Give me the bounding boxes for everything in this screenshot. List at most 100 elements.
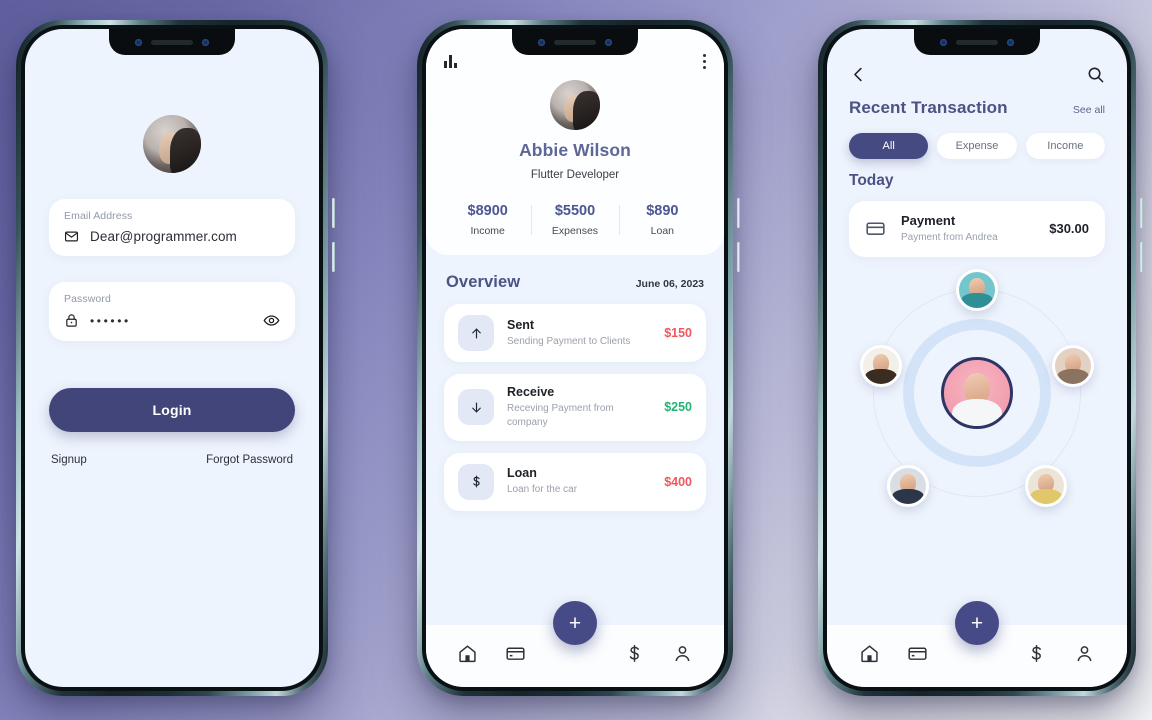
tab-all[interactable]: All — [849, 133, 929, 159]
camera-icon — [605, 38, 612, 46]
back-chevron-icon[interactable] — [849, 65, 868, 84]
phone-notch — [512, 29, 638, 55]
phone-notch — [914, 29, 1040, 55]
search-icon[interactable] — [1086, 65, 1105, 84]
bar-chart-icon[interactable] — [444, 54, 457, 68]
list-item[interactable]: Loan Loan for the car $400 — [444, 452, 706, 511]
transaction-text: Payment Payment from Andrea — [901, 213, 1034, 245]
transaction-amount: $250 — [664, 400, 692, 415]
email-label: Email Address — [64, 210, 133, 222]
tab-expense[interactable]: Expense — [937, 133, 1017, 159]
login-button[interactable]: Login — [49, 388, 295, 432]
camera-icon — [1007, 38, 1014, 46]
nav-profile-icon[interactable] — [1074, 643, 1095, 664]
transaction-subtitle: Loan for the car — [507, 484, 578, 496]
transaction-amount: $150 — [664, 326, 692, 340]
more-vertical-icon[interactable] — [703, 53, 706, 69]
phone-bezel: Abbie Wilson Flutter Developer $8900 Inc… — [422, 25, 728, 691]
credit-card-icon — [865, 218, 886, 239]
nav-card-icon[interactable] — [505, 643, 526, 664]
profile-role: Flutter Developer — [530, 169, 620, 181]
phone-dashboard: Abbie Wilson Flutter Developer $8900 Inc… — [417, 20, 740, 696]
camera-icon — [135, 38, 142, 46]
password-field[interactable]: Password •••••• — [49, 282, 295, 341]
volume-up-button[interactable] — [332, 198, 335, 228]
avatar — [550, 80, 600, 130]
profile-card: Abbie Wilson Flutter Developer $8900 Inc… — [426, 29, 724, 255]
list-item[interactable]: Payment Payment from Andrea $30.00 — [849, 201, 1105, 257]
nav-profile-icon[interactable] — [672, 643, 693, 664]
password-label: Password — [64, 293, 111, 305]
camera-icon — [538, 38, 545, 46]
nav-home-icon[interactable] — [859, 643, 880, 664]
section-label: Today — [849, 172, 894, 189]
tab-income[interactable]: Income — [1025, 133, 1105, 159]
contact-avatar-3[interactable] — [1052, 344, 1094, 387]
arrow-up-icon — [458, 315, 494, 351]
speaker-grille — [151, 39, 193, 45]
transaction-subtitle: Payment from Andrea — [901, 232, 998, 243]
stat-amount: $5500 — [554, 203, 596, 219]
page-title: Recent Transaction — [849, 98, 1008, 117]
nav-dollar-icon[interactable] — [624, 643, 645, 664]
volume-down-button[interactable] — [737, 242, 740, 272]
eye-icon[interactable] — [263, 312, 280, 329]
stat-label: Income — [470, 225, 505, 237]
login-body: Email Address Dear@programmer.com Passwo… — [25, 29, 319, 687]
nav-dollar-icon[interactable] — [1026, 643, 1047, 664]
mockup-stage: Email Address Dear@programmer.com Passwo… — [0, 0, 1152, 720]
envelope-icon — [64, 229, 79, 244]
avatar — [143, 115, 201, 173]
transaction-title: Loan — [507, 466, 537, 481]
contact-avatar-4[interactable] — [887, 464, 929, 507]
transaction-amount: $400 — [664, 474, 692, 489]
transaction-amount: $30.00 — [1049, 221, 1089, 237]
contact-avatar-5[interactable] — [1025, 464, 1067, 507]
login-links: Signup Forgot Password — [49, 454, 295, 466]
recent-transaction-screen: Recent Transaction See all All Expense I… — [827, 29, 1127, 687]
volume-up-button[interactable] — [1140, 198, 1143, 228]
arrow-down-icon — [458, 389, 494, 426]
transaction-text: Sent Sending Payment to Clients — [507, 318, 651, 349]
transaction-list: Sent Sending Payment to Clients $150 Rec… — [426, 292, 724, 511]
phone-notch — [109, 29, 235, 55]
dashboard-screen: Abbie Wilson Flutter Developer $8900 Inc… — [426, 29, 724, 687]
volume-down-button[interactable] — [1140, 242, 1143, 272]
stats-row: $8900 Income $5500 Expenses $890 Loan — [444, 203, 706, 237]
add-button[interactable]: + — [553, 601, 597, 645]
stat-amount: $8900 — [467, 203, 508, 219]
forgot-password-link[interactable]: Forgot Password — [206, 454, 293, 466]
transaction-subtitle: Sending Payment to Clients — [507, 335, 631, 347]
camera-icon — [202, 38, 209, 46]
stat-label: Loan — [650, 225, 674, 237]
camera-icon — [940, 38, 947, 46]
phone-transactions: Recent Transaction See all All Expense I… — [818, 20, 1143, 696]
volume-up-button[interactable] — [737, 198, 740, 228]
volume-down-button[interactable] — [332, 242, 335, 272]
stat-amount: $890 — [646, 203, 679, 219]
contact-avatar-2[interactable] — [860, 344, 902, 387]
signup-link[interactable]: Signup — [51, 454, 87, 466]
center-contact-avatar[interactable] — [941, 356, 1013, 429]
add-button[interactable]: + — [955, 601, 999, 645]
phone-bezel: Email Address Dear@programmer.com Passwo… — [21, 25, 323, 691]
nav-home-icon[interactable] — [457, 643, 478, 664]
profile-name: Abbie Wilson — [519, 140, 631, 160]
lock-icon — [64, 313, 79, 328]
password-value: •••••• — [90, 313, 131, 328]
email-field[interactable]: Email Address Dear@programmer.com — [49, 199, 295, 256]
transaction-subtitle: Receving Payment from company — [507, 403, 614, 428]
speaker-grille — [956, 39, 998, 45]
nav-card-icon[interactable] — [907, 643, 928, 664]
overview-date: June 06, 2023 — [635, 278, 704, 290]
transaction-text: Receive Receving Payment from company — [507, 385, 651, 430]
see-all-link[interactable]: See all — [1073, 104, 1105, 116]
transaction-title: Sent — [507, 317, 535, 332]
list-item[interactable]: Sent Sending Payment to Clients $150 — [444, 304, 706, 362]
phone-login: Email Address Dear@programmer.com Passwo… — [16, 20, 335, 696]
overview-header: Overview June 06, 2023 — [426, 255, 724, 292]
list-item[interactable]: Receive Receving Payment from company $2… — [444, 374, 706, 441]
today-transactions: Payment Payment from Andrea $30.00 — [827, 190, 1127, 257]
contact-avatar-1[interactable] — [956, 268, 998, 311]
stat-loan: $890 Loan — [618, 203, 706, 237]
